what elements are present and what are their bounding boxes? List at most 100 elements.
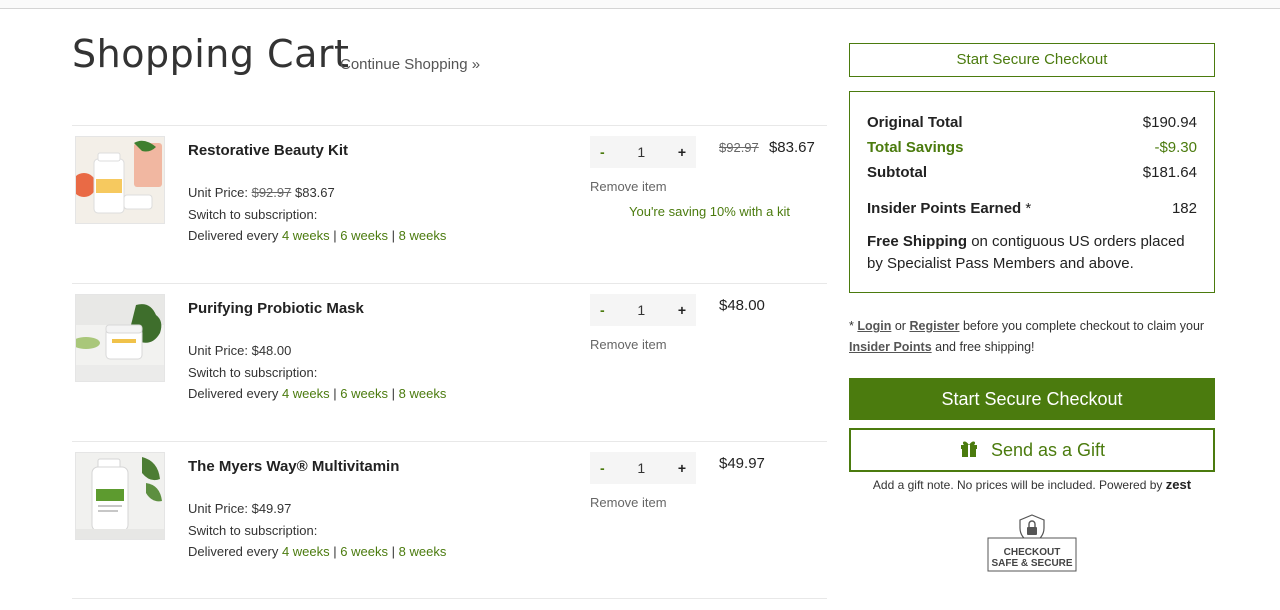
gift-note-text: Add a gift note. No prices will be inclu… xyxy=(872,478,1163,492)
zest-logo: zest xyxy=(1165,477,1192,492)
quantity-value[interactable]: 1 xyxy=(637,460,645,476)
delivered-label: Delivered every xyxy=(188,386,279,401)
increase-quantity-button[interactable]: + xyxy=(678,144,686,160)
insider-points-row: Insider Points Earned * 182 xyxy=(867,196,1197,221)
quantity-stepper: - 1 + xyxy=(590,294,696,326)
frequency-separator: | xyxy=(333,544,337,559)
login-note-middle: before you complete checkout to claim yo… xyxy=(962,319,1205,333)
unit-price: $48.00 xyxy=(251,343,292,358)
frequency-6-weeks[interactable]: 6 weeks xyxy=(340,386,388,401)
start-secure-checkout-button[interactable]: Start Secure Checkout xyxy=(849,378,1215,420)
subscription-label: Switch to subscription: xyxy=(188,206,318,222)
decrease-quantity-button[interactable]: - xyxy=(600,460,605,476)
decrease-quantity-button[interactable]: - xyxy=(600,144,605,160)
product-details: Unit Price: $92.97 $83.67 Switch to subs… xyxy=(188,182,446,247)
start-secure-checkout-top-button[interactable]: Start Secure Checkout xyxy=(849,43,1215,77)
quantity-stepper: - 1 + xyxy=(590,452,696,484)
login-note: * Login or Register before you complete … xyxy=(849,316,1219,358)
original-total-label: Original Total xyxy=(867,114,963,131)
cart-item: Purifying Probiotic Mask Unit Price: $48… xyxy=(72,283,827,441)
line-price-value: $48.00 xyxy=(719,297,765,314)
unit-price: $83.67 xyxy=(294,185,335,200)
subscription-label: Switch to subscription: xyxy=(188,364,318,380)
badge-line2: SAFE & SECURE xyxy=(991,558,1072,569)
unit-price-label: Unit Price: xyxy=(188,343,248,358)
decrease-quantity-button[interactable]: - xyxy=(600,302,605,318)
frequency-8-weeks[interactable]: 8 weeks xyxy=(399,386,447,401)
increase-quantity-button[interactable]: + xyxy=(678,302,686,318)
line-price-old: $92.97 xyxy=(719,140,759,155)
frequency-separator: | xyxy=(333,386,337,401)
delivered-label: Delivered every xyxy=(188,544,279,559)
send-as-gift-button[interactable]: Send as a Gift xyxy=(849,428,1215,472)
login-note-end: and free shipping! xyxy=(935,340,1035,354)
remove-item-link[interactable]: Remove item xyxy=(590,337,667,352)
line-price-value: $83.67 xyxy=(768,139,815,156)
delivered-label: Delivered every xyxy=(188,228,279,243)
frequency-4-weeks[interactable]: 4 weeks xyxy=(282,386,330,401)
insider-points-link[interactable]: Insider Points xyxy=(849,340,932,354)
free-shipping-note: Free Shipping on contiguous US orders pl… xyxy=(867,231,1197,275)
line-price: $92.97 $83.67 xyxy=(719,139,815,156)
product-details: Unit Price: $48.00 Switch to subscriptio… xyxy=(188,340,446,405)
free-shipping-label: Free Shipping xyxy=(867,233,968,250)
frequency-separator: | xyxy=(333,228,337,243)
quantity-stepper: - 1 + xyxy=(590,136,696,168)
unit-price: $49.97 xyxy=(251,501,292,516)
login-link[interactable]: Login xyxy=(857,319,891,333)
line-price: $49.97 xyxy=(719,455,765,472)
insider-points-marker: * xyxy=(1025,200,1032,217)
insider-points-value: 182 xyxy=(1171,200,1197,217)
frequency-6-weeks[interactable]: 6 weeks xyxy=(340,228,388,243)
subtotal-value: $181.64 xyxy=(1142,164,1197,181)
kit-savings-note: You're saving 10% with a kit xyxy=(629,204,790,219)
product-name[interactable]: The Myers Way® Multivitamin xyxy=(188,458,399,475)
login-note-marker: * xyxy=(849,319,854,333)
product-name[interactable]: Purifying Probiotic Mask xyxy=(188,300,364,317)
subtotal-row: Subtotal $181.64 xyxy=(867,160,1197,185)
product-image-purifying-probiotic-mask[interactable] xyxy=(75,294,165,382)
total-savings-row: Total Savings -$9.30 xyxy=(867,135,1197,160)
badge-line1: CHECKOUT xyxy=(1004,547,1061,558)
cart-item: The Myers Way® Multivitamin Unit Price: … xyxy=(72,441,827,599)
register-link[interactable]: Register xyxy=(909,319,959,333)
product-image-restorative-beauty-kit[interactable] xyxy=(75,136,165,224)
frequency-4-weeks[interactable]: 4 weeks xyxy=(282,544,330,559)
insider-points-label: Insider Points Earned xyxy=(867,200,1022,217)
subtotal-label: Subtotal xyxy=(867,164,927,181)
order-summary: Original Total $190.94 Total Savings -$9… xyxy=(849,91,1215,293)
cart-item-list: Restorative Beauty Kit Unit Price: $92.9… xyxy=(72,125,827,599)
frequency-separator: | xyxy=(391,544,396,559)
line-price-value: $49.97 xyxy=(719,455,765,472)
frequency-8-weeks[interactable]: 8 weeks xyxy=(399,228,447,243)
browser-top-bar xyxy=(0,0,1280,9)
send-as-gift-label: Send as a Gift xyxy=(990,439,1106,460)
frequency-separator: | xyxy=(391,228,396,243)
product-image-multivitamin[interactable] xyxy=(75,452,165,540)
login-note-or: or xyxy=(894,319,906,333)
remove-item-link[interactable]: Remove item xyxy=(590,179,667,194)
total-savings-value: -$9.30 xyxy=(1154,139,1197,156)
gift-icon xyxy=(959,438,979,463)
product-details: Unit Price: $49.97 Switch to subscriptio… xyxy=(188,498,446,563)
frequency-8-weeks[interactable]: 8 weeks xyxy=(399,544,447,559)
frequency-4-weeks[interactable]: 4 weeks xyxy=(282,228,330,243)
increase-quantity-button[interactable]: + xyxy=(678,460,686,476)
frequency-6-weeks[interactable]: 6 weeks xyxy=(340,544,388,559)
frequency-separator: | xyxy=(391,386,396,401)
line-price: $48.00 xyxy=(719,297,765,314)
page-title: Shopping Cart xyxy=(72,32,350,76)
remove-item-link[interactable]: Remove item xyxy=(590,495,667,510)
gift-note: Add a gift note. No prices will be inclu… xyxy=(849,477,1215,492)
unit-price-label: Unit Price: xyxy=(188,501,248,516)
unit-price-old: $92.97 xyxy=(251,185,292,200)
original-total-value: $190.94 xyxy=(1142,114,1197,131)
product-name[interactable]: Restorative Beauty Kit xyxy=(188,142,348,159)
continue-shopping-link[interactable]: Continue Shopping » xyxy=(340,56,480,73)
quantity-value[interactable]: 1 xyxy=(637,302,645,318)
checkout-safe-secure-badge: CHECKOUT SAFE & SECURE xyxy=(987,514,1077,572)
cart-item: Restorative Beauty Kit Unit Price: $92.9… xyxy=(72,125,827,283)
total-savings-label: Total Savings xyxy=(867,139,964,156)
subscription-label: Switch to subscription: xyxy=(188,522,318,538)
quantity-value[interactable]: 1 xyxy=(637,144,645,160)
